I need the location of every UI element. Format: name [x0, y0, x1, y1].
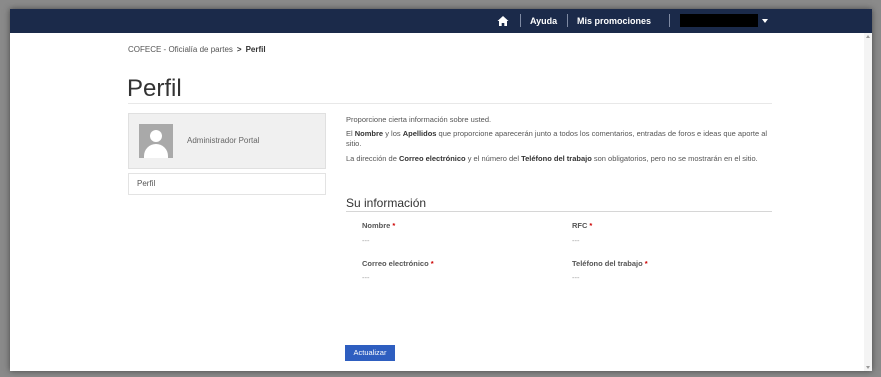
profile-user-name: Administrador Portal — [187, 136, 260, 145]
work-phone-field-label: Teléfono del trabajo * — [572, 259, 648, 268]
breadcrumb-separator: > — [236, 45, 242, 54]
intro-name-note: El Nombre y los Apellidos que proporcion… — [346, 129, 768, 148]
page-title: Perfil — [127, 75, 182, 102]
email-field-value[interactable]: --- — [362, 273, 370, 282]
intro-text: Proporcione cierta información sobre ust… — [346, 115, 492, 124]
name-field-value[interactable]: --- — [362, 236, 370, 245]
breadcrumb-link-home[interactable]: COFECE - Oficialía de partes — [128, 45, 233, 54]
update-button[interactable]: Actualizar — [345, 345, 395, 361]
rfc-field-value[interactable]: --- — [572, 236, 580, 245]
section-divider — [346, 211, 772, 212]
breadcrumb: COFECE - Oficialía de partes > Perfil — [128, 45, 266, 54]
breadcrumb-current: Perfil — [245, 45, 266, 54]
scroll-up-icon[interactable] — [866, 35, 870, 38]
top-navigation-bar: Ayuda Mis promociones — [10, 9, 872, 33]
section-title: Su información — [346, 196, 427, 210]
vertical-scrollbar[interactable] — [864, 33, 872, 371]
home-icon[interactable] — [496, 14, 510, 28]
help-link[interactable]: Ayuda — [530, 15, 557, 27]
profile-card: Administrador Portal — [128, 113, 326, 169]
user-menu-redacted[interactable] — [680, 14, 758, 27]
email-field-label: Correo electrónico * — [362, 259, 434, 268]
nav-divider — [520, 14, 521, 27]
scroll-down-icon[interactable] — [866, 366, 870, 369]
browser-page: Ayuda Mis promociones COFECE - Oficialía… — [10, 9, 872, 371]
work-phone-field-value[interactable]: --- — [572, 273, 580, 282]
nav-divider — [669, 14, 670, 27]
intro-required-note: La dirección de Correo electrónico y el … — [346, 154, 758, 163]
nav-divider — [567, 14, 568, 27]
rfc-field-label: RFC * — [572, 221, 593, 230]
user-silhouette-icon — [139, 124, 173, 158]
chevron-down-icon[interactable] — [762, 19, 768, 23]
title-divider — [128, 103, 772, 104]
name-field-label: Nombre * — [362, 221, 396, 230]
sidebar-item-profile[interactable]: Perfil — [128, 173, 326, 195]
my-promotions-link[interactable]: Mis promociones — [577, 15, 651, 27]
